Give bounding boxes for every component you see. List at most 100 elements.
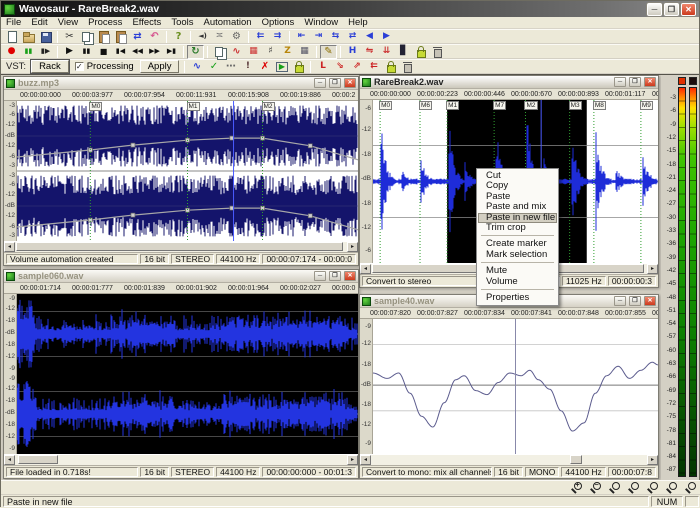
copy-button[interactable] <box>78 30 95 44</box>
marker-label[interactable]: M1 <box>187 102 200 111</box>
context-menu-item-paste-and-mix[interactable]: Paste and mix <box>478 202 557 212</box>
marker-label[interactable]: M1 <box>446 101 459 110</box>
automation-points-button[interactable]: ⋯ <box>222 60 239 74</box>
pause-alt-button[interactable]: ▮▮ <box>20 45 37 59</box>
zoom-loop-button[interactable]: ⇄ <box>344 30 361 44</box>
next-marker-button[interactable]: ⇉ <box>269 30 286 44</box>
horizontal-scrollbar[interactable]: ◂▸ <box>4 241 358 252</box>
window-titlebar[interactable]: buzz.mp3 <box>4 77 358 90</box>
menu-window[interactable]: Window <box>299 17 343 29</box>
scroll-right-icon[interactable]: ▸ <box>647 455 658 465</box>
lock-markers-button[interactable] <box>412 45 429 59</box>
fast-forward-button[interactable]: ▶▶ <box>146 45 163 59</box>
zoom-in-button[interactable]: + <box>570 481 583 494</box>
selection-end-button[interactable]: ⇥ <box>310 30 327 44</box>
statistics-button[interactable]: ∿ <box>228 45 245 59</box>
waveform-area[interactable] <box>373 319 658 454</box>
go-to-end-button[interactable]: ▶▮ <box>163 45 180 59</box>
batch-processor-button[interactable]: ▦ <box>245 45 262 59</box>
waveform-area[interactable] <box>17 294 358 454</box>
menu-options[interactable]: Options <box>257 17 300 29</box>
zoom-selection-button[interactable] <box>608 481 621 494</box>
play-reverse-button[interactable]: ◀ <box>361 30 378 44</box>
auto-marker-button[interactable]: ♯ <box>262 45 279 59</box>
loop-trash-button[interactable] <box>399 60 416 74</box>
context-menu-item-properties[interactable]: Properties <box>478 293 557 303</box>
automation-play-button[interactable]: ▶ <box>273 60 290 74</box>
marker-tool-button[interactable]: H <box>344 45 361 59</box>
automation-validate-button[interactable]: ✓ <box>205 60 222 74</box>
window-minimize-icon[interactable] <box>314 78 326 88</box>
context-menu-item-create-marker[interactable]: Create marker <box>478 239 557 249</box>
rewind-button[interactable]: ◀◀ <box>129 45 146 59</box>
window-minimize-icon[interactable] <box>314 271 326 281</box>
window-titlebar[interactable]: sample060.wav <box>4 270 358 283</box>
menu-view[interactable]: View <box>53 17 83 29</box>
record-button[interactable]: ● <box>3 45 20 59</box>
zoom-out-button[interactable]: − <box>589 481 602 494</box>
zoom-vertical-in-button[interactable] <box>646 481 659 494</box>
menu-tools[interactable]: Tools <box>166 17 198 29</box>
context-menu-item-paste[interactable]: Paste <box>478 192 557 202</box>
window-close-icon[interactable] <box>644 296 656 306</box>
timeline-ruler[interactable]: 00:00:07:82000:00:07:82700:00:07:83400:0… <box>360 308 658 319</box>
clip-indicator-left[interactable] <box>678 77 686 85</box>
vst-rack-button[interactable]: Rack <box>31 60 69 73</box>
menu-edit[interactable]: Edit <box>26 17 52 29</box>
horizontal-scrollbar[interactable]: ◂▸ <box>4 454 358 465</box>
loop-l-button[interactable]: L <box>314 60 331 74</box>
scroll-thumb[interactable] <box>570 455 582 464</box>
context-menu-item-copy[interactable]: Copy <box>478 181 557 191</box>
zoom-selection-button[interactable]: ⇆ <box>327 30 344 44</box>
snap-button[interactable]: ≍ <box>211 30 228 44</box>
help-button[interactable]: ? <box>170 30 187 44</box>
horizontal-scrollbar[interactable]: ◂▸ <box>360 454 658 465</box>
loop-playback-button[interactable]: ↻ <box>187 45 204 59</box>
menu-help[interactable]: Help <box>343 17 373 29</box>
play-from-cursor-button[interactable]: ▮▶ <box>37 45 54 59</box>
undo-button[interactable]: ↶ <box>146 30 163 44</box>
cut-button[interactable]: ✂ <box>61 30 78 44</box>
window-maximize-icon[interactable] <box>629 77 641 87</box>
window-minimize-icon[interactable] <box>614 77 626 87</box>
marker-label[interactable]: M7 <box>493 101 506 110</box>
scroll-thumb[interactable] <box>18 455 58 464</box>
save-button[interactable] <box>37 30 54 44</box>
vst-apply-button[interactable]: Apply <box>140 60 180 73</box>
marker-label[interactable]: M9 <box>640 101 653 110</box>
scroll-thumb[interactable] <box>16 242 343 251</box>
timeline-ruler[interactable]: 00:00:00:00000:00:00:22300:00:00:44600:0… <box>360 89 658 100</box>
context-menu-item-cut[interactable]: Cut <box>478 171 557 181</box>
marker-label[interactable]: M0 <box>89 102 102 111</box>
automation-delete-button[interactable]: ✗ <box>256 60 273 74</box>
context-menu-item-mark-selection[interactable]: Mark selection <box>478 250 557 260</box>
scroll-track[interactable] <box>371 455 647 465</box>
mute-channel-button[interactable]: ▊ <box>395 45 412 59</box>
context-menu-item-volume[interactable]: Volume <box>478 277 557 287</box>
menu-file[interactable]: File <box>1 17 26 29</box>
import-cue-button[interactable]: ⇋ <box>361 45 378 59</box>
marker-label[interactable]: M2 <box>262 102 275 111</box>
vst-processing-checkbox[interactable]: Processing <box>75 61 134 72</box>
scroll-right-icon[interactable]: ▸ <box>347 455 358 465</box>
marker-label[interactable]: M0 <box>379 101 392 110</box>
stop-button[interactable]: ■ <box>95 45 112 59</box>
context-menu-item-trim-crop[interactable]: Trim crop <box>478 223 557 233</box>
window-titlebar[interactable]: RareBreak2.wav <box>360 76 658 89</box>
play-button[interactable]: ▶ <box>61 45 78 59</box>
pause-button[interactable]: ▮▮ <box>78 45 95 59</box>
scroll-right-icon[interactable]: ▸ <box>347 242 358 252</box>
context-menu-item-mute[interactable]: Mute <box>478 266 557 276</box>
previous-marker-button[interactable]: ⇇ <box>252 30 269 44</box>
pencil-tool-button[interactable]: ✎ <box>320 45 337 59</box>
window-maximize-icon[interactable] <box>629 296 641 306</box>
volume-button[interactable]: ◄) <box>194 30 211 44</box>
copy-to-new-file-button[interactable] <box>211 45 228 59</box>
window-close-icon[interactable] <box>344 78 356 88</box>
scroll-track[interactable] <box>15 455 347 465</box>
scroll-right-icon[interactable]: ▸ <box>647 264 658 274</box>
kick-creator-button[interactable]: ▦ <box>296 45 313 59</box>
menu-effects[interactable]: Effects <box>127 17 166 29</box>
automation-lock-button[interactable] <box>290 60 307 74</box>
waveform-area[interactable]: M0 M1 M2 <box>17 101 358 241</box>
